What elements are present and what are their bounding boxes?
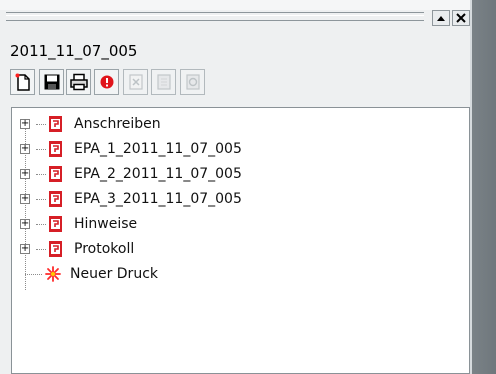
page-icon — [156, 74, 171, 90]
page-button[interactable] — [151, 69, 176, 95]
tree-branch — [36, 198, 46, 200]
tree-branch — [25, 273, 42, 275]
tree-branch — [36, 123, 46, 125]
tree-item[interactable]: + EPA_2_2011_11_07_005 — [20, 163, 242, 185]
stop-icon — [100, 75, 113, 89]
stop-button[interactable] — [94, 69, 119, 95]
document-tree[interactable]: + Anschreiben + EPA_1_2011_11_07_005 + E… — [11, 107, 470, 374]
expand-icon[interactable]: + — [20, 144, 30, 154]
pdf-document-icon — [48, 190, 64, 208]
tree-item[interactable]: + Anschreiben — [20, 113, 161, 135]
refresh-button[interactable] — [180, 69, 205, 95]
pdf-document-icon — [48, 215, 64, 233]
document-panel: 2011_11_07_005 + Anschreiben + EPA_1_201… — [0, 0, 472, 374]
pdf-document-icon — [48, 240, 64, 258]
tree-item[interactable]: + Protokoll — [20, 238, 134, 260]
tree-item-label: EPA_3_2011_11_07_005 — [74, 191, 242, 207]
pdf-document-icon — [48, 165, 64, 183]
triangle-up-icon — [437, 16, 445, 21]
tree-item-new-print[interactable]: Neuer Druck — [25, 263, 158, 285]
expand-icon[interactable]: + — [20, 244, 30, 254]
print-button[interactable] — [66, 69, 91, 95]
tree-item-label: Hinweise — [74, 216, 138, 232]
expand-icon[interactable]: + — [20, 219, 30, 229]
delete-icon — [128, 74, 143, 90]
tree-item-label: EPA_1_2011_11_07_005 — [74, 141, 242, 157]
restore-button[interactable] — [432, 10, 450, 26]
expand-icon[interactable]: + — [20, 119, 30, 129]
background-right — [470, 0, 496, 374]
tree-branch — [36, 223, 46, 225]
tree-item-label: EPA_2_2011_11_07_005 — [74, 166, 242, 182]
expand-icon[interactable]: + — [20, 194, 30, 204]
new-document-button[interactable] — [10, 69, 35, 95]
tree-item-label: Anschreiben — [74, 116, 161, 132]
tree-item[interactable]: + EPA_1_2011_11_07_005 — [20, 138, 242, 160]
tree-branch — [36, 248, 46, 250]
tree-item[interactable]: + EPA_3_2011_11_07_005 — [20, 188, 242, 210]
print-icon — [69, 73, 88, 91]
tree-branch — [36, 173, 46, 175]
expand-icon[interactable]: + — [20, 169, 30, 179]
close-button[interactable] — [452, 10, 470, 26]
pdf-document-icon — [48, 115, 64, 133]
save-icon — [44, 74, 59, 90]
delete-button[interactable] — [123, 69, 148, 95]
pdf-document-icon — [48, 140, 64, 158]
new-document-icon — [15, 73, 30, 91]
tree-branch — [36, 148, 46, 150]
close-icon — [456, 13, 466, 23]
tree-item-label: Protokoll — [74, 241, 135, 257]
new-star-icon — [44, 265, 62, 283]
title-grip[interactable] — [6, 12, 424, 21]
document-id-label: 2011_11_07_005 — [10, 42, 138, 60]
tree-item-label: Neuer Druck — [70, 266, 158, 282]
tree-item[interactable]: + Hinweise — [20, 213, 137, 235]
save-button[interactable] — [39, 69, 64, 95]
title-strip — [0, 0, 470, 10]
refresh-icon — [185, 74, 200, 90]
